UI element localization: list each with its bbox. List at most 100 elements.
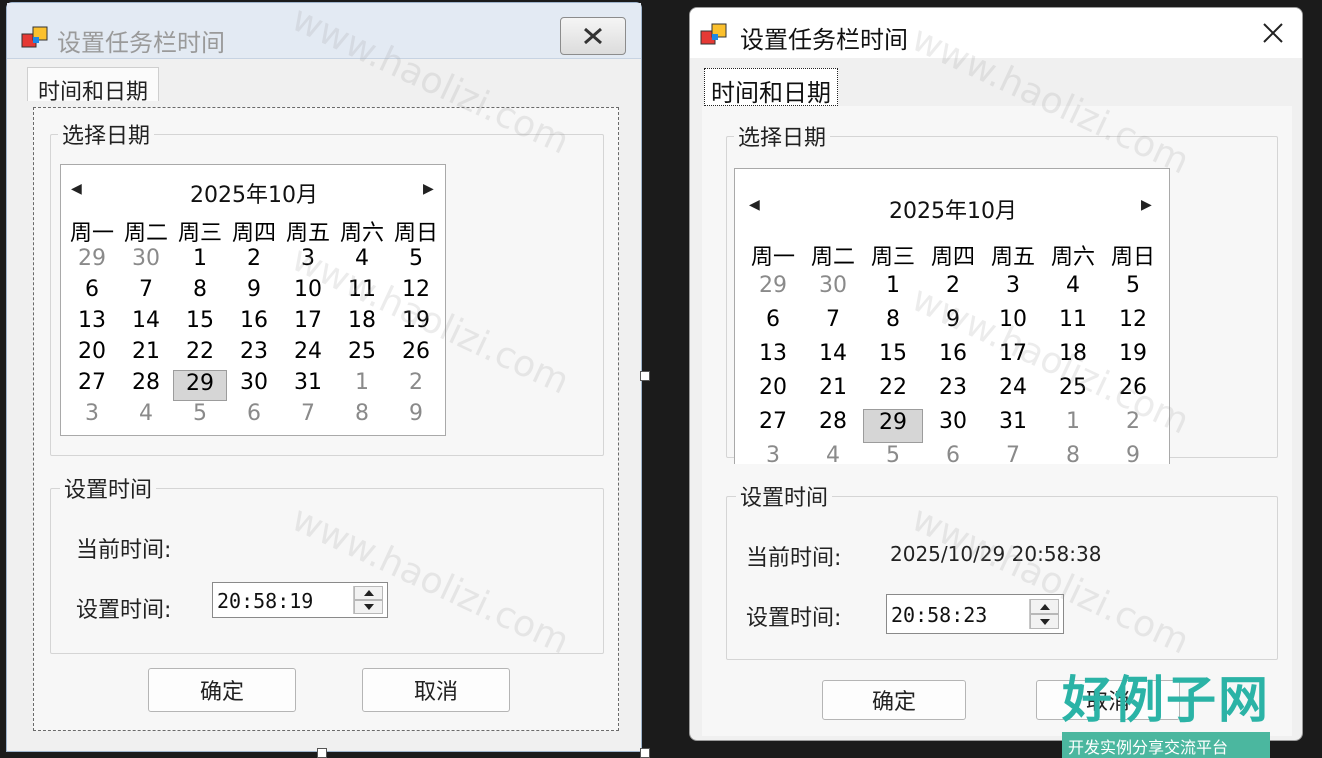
calendar-day[interactable]: 9 — [923, 307, 983, 341]
calendar-day[interactable]: 22 — [863, 375, 923, 409]
calendar-day-other-month[interactable]: 7 — [281, 401, 335, 432]
calendar-day-other-month[interactable]: 1 — [1043, 409, 1103, 443]
close-button[interactable] — [560, 17, 626, 55]
next-month-button[interactable]: ▶ — [1141, 197, 1152, 213]
cancel-button[interactable]: 取消 — [362, 668, 510, 712]
time-spinner[interactable] — [353, 586, 383, 614]
calendar-day[interactable]: 11 — [335, 277, 389, 308]
resize-handle-bottom[interactable] — [317, 748, 327, 758]
time-picker[interactable]: 20:58:19 — [212, 582, 388, 618]
calendar-day[interactable]: 24 — [281, 339, 335, 370]
calendar-day[interactable]: 18 — [1043, 341, 1103, 375]
calendar-day[interactable]: 12 — [389, 277, 443, 308]
calendar-day[interactable]: 1 — [173, 246, 227, 277]
calendar-day[interactable]: 31 — [983, 409, 1043, 443]
spin-down-button[interactable] — [1030, 614, 1059, 629]
calendar-day[interactable]: 7 — [119, 277, 173, 308]
calendar-day[interactable]: 13 — [65, 308, 119, 339]
calendar-day[interactable]: 11 — [1043, 307, 1103, 341]
calendar-day[interactable]: 21 — [803, 375, 863, 409]
spin-up-button[interactable] — [1030, 599, 1059, 614]
calendar-day[interactable]: 21 — [119, 339, 173, 370]
spin-up-button[interactable] — [354, 586, 383, 600]
calendar-day-other-month[interactable]: 3 — [65, 401, 119, 432]
calendar-day-other-month[interactable]: 4 — [119, 401, 173, 432]
calendar-day[interactable]: 5 — [1103, 273, 1163, 307]
calendar-month-label[interactable]: 2025年10月 — [735, 193, 1170, 225]
calendar-day[interactable]: 15 — [863, 341, 923, 375]
calendar-day[interactable]: 19 — [389, 308, 443, 339]
calendar-day[interactable]: 4 — [335, 246, 389, 277]
calendar-day-other-month[interactable]: 29 — [65, 246, 119, 277]
calendar-day-other-month[interactable]: 6 — [923, 443, 983, 464]
calendar-day[interactable]: 30 — [923, 409, 983, 443]
time-picker-value[interactable]: 20:58:19 — [217, 589, 313, 613]
calendar-day[interactable]: 2 — [923, 273, 983, 307]
time-picker-value[interactable]: 20:58:23 — [891, 603, 987, 627]
calendar-day[interactable]: 29 — [863, 409, 923, 443]
calendar-day[interactable]: 3 — [983, 273, 1043, 307]
month-calendar[interactable]: ◀ 2025年10月 ▶ 周一 周二 周三 周四 周五 周六 周日 29 30 1 2 3 4 5 6 7 8 9… — [60, 164, 446, 436]
calendar-day[interactable]: 6 — [743, 307, 803, 341]
calendar-day[interactable]: 20 — [743, 375, 803, 409]
calendar-day-other-month[interactable]: 30 — [119, 246, 173, 277]
calendar-day-other-month[interactable]: 6 — [227, 401, 281, 432]
time-picker[interactable]: 20:58:23 — [886, 594, 1064, 634]
calendar-day-other-month[interactable]: 8 — [1043, 443, 1103, 464]
calendar-day[interactable]: 9 — [227, 277, 281, 308]
calendar-day[interactable]: 28 — [119, 370, 173, 401]
calendar-day-other-month[interactable]: 7 — [983, 443, 1043, 464]
ok-button[interactable]: 确定 — [148, 668, 296, 712]
calendar-day-other-month[interactable]: 2 — [389, 370, 443, 401]
calendar-day[interactable]: 8 — [863, 307, 923, 341]
resize-handle-right[interactable] — [640, 371, 650, 381]
calendar-day[interactable]: 28 — [803, 409, 863, 443]
calendar-day[interactable]: 20 — [65, 339, 119, 370]
calendar-day[interactable]: 23 — [923, 375, 983, 409]
calendar-day[interactable]: 14 — [803, 341, 863, 375]
calendar-day-other-month[interactable]: 29 — [743, 273, 803, 307]
calendar-day[interactable]: 15 — [173, 308, 227, 339]
calendar-day[interactable]: 6 — [65, 277, 119, 308]
time-spinner[interactable] — [1029, 599, 1059, 629]
calendar-day[interactable]: 17 — [983, 341, 1043, 375]
calendar-day[interactable]: 13 — [743, 341, 803, 375]
resize-handle-corner[interactable] — [640, 748, 650, 758]
month-calendar[interactable]: ◀ 2025年10月 ▶ 周一 周二 周三 周四 周五 周六 周日 29 30 1 2 3 4 5 6 7 8 9… — [734, 168, 1170, 464]
close-button[interactable] — [1256, 18, 1290, 48]
calendar-day-other-month[interactable]: 30 — [803, 273, 863, 307]
calendar-day[interactable]: 22 — [173, 339, 227, 370]
next-month-button[interactable]: ▶ — [423, 181, 434, 197]
calendar-day[interactable]: 25 — [335, 339, 389, 370]
calendar-day[interactable]: 31 — [281, 370, 335, 401]
calendar-day[interactable]: 26 — [1103, 375, 1163, 409]
calendar-day[interactable]: 10 — [983, 307, 1043, 341]
calendar-day[interactable]: 17 — [281, 308, 335, 339]
tab-time-and-date[interactable]: 时间和日期 — [27, 67, 160, 105]
calendar-day[interactable]: 18 — [335, 308, 389, 339]
calendar-day[interactable]: 5 — [389, 246, 443, 277]
calendar-day[interactable]: 16 — [923, 341, 983, 375]
calendar-day[interactable]: 2 — [227, 246, 281, 277]
calendar-day[interactable]: 25 — [1043, 375, 1103, 409]
calendar-day[interactable]: 23 — [227, 339, 281, 370]
calendar-day[interactable]: 10 — [281, 277, 335, 308]
calendar-day[interactable]: 26 — [389, 339, 443, 370]
spin-down-button[interactable] — [354, 600, 383, 614]
calendar-day[interactable]: 8 — [173, 277, 227, 308]
calendar-month-label[interactable]: 2025年10月 — [61, 177, 447, 209]
calendar-day[interactable]: 7 — [803, 307, 863, 341]
calendar-day[interactable]: 27 — [65, 370, 119, 401]
calendar-day-other-month[interactable]: 5 — [863, 443, 923, 464]
calendar-day[interactable]: 1 — [863, 273, 923, 307]
tab-time-and-date[interactable]: 时间和日期 — [704, 68, 838, 107]
calendar-day[interactable]: 30 — [227, 370, 281, 401]
calendar-day-other-month[interactable]: 1 — [335, 370, 389, 401]
calendar-day[interactable]: 27 — [743, 409, 803, 443]
calendar-day-other-month[interactable]: 4 — [803, 443, 863, 464]
calendar-day[interactable]: 16 — [227, 308, 281, 339]
calendar-day[interactable]: 4 — [1043, 273, 1103, 307]
calendar-day[interactable]: 14 — [119, 308, 173, 339]
calendar-day-other-month[interactable]: 8 — [335, 401, 389, 432]
calendar-day-other-month[interactable]: 5 — [173, 401, 227, 432]
